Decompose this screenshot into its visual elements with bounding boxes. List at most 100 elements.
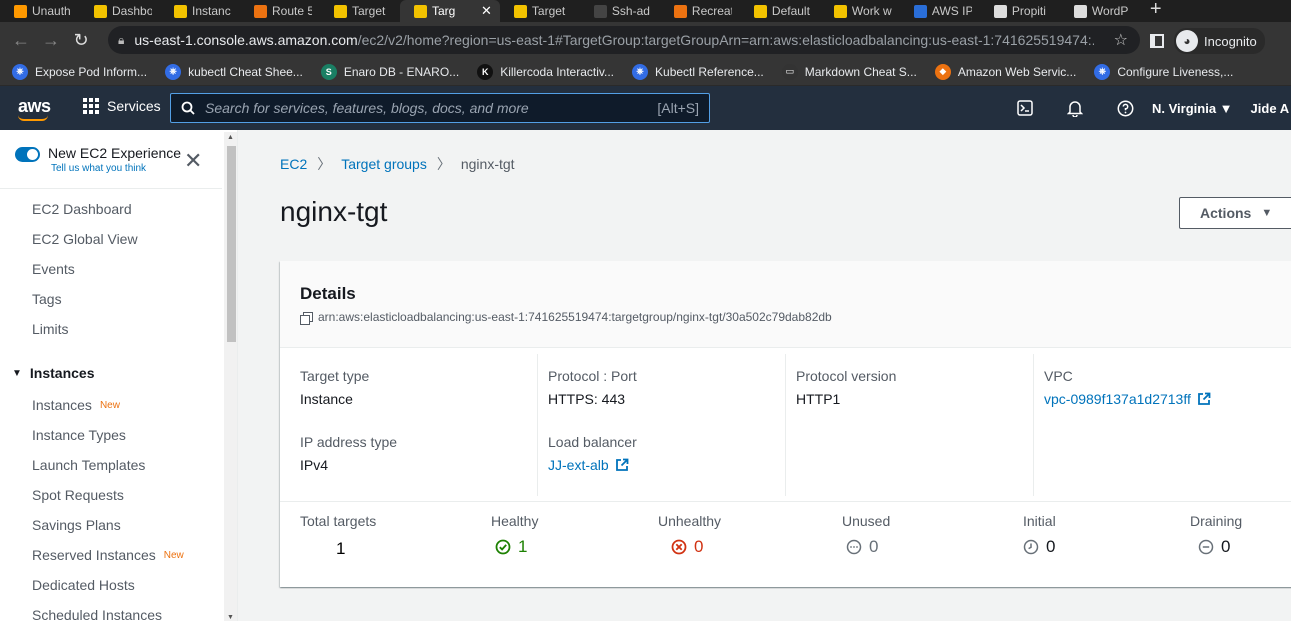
browser-tab[interactable]: Ssh-ad [580,0,660,22]
sidebar-item-tags[interactable]: Tags [0,284,222,314]
new-experience-toggle[interactable] [15,147,40,162]
address-bar[interactable]: 🔒︎ us-east-1.console.aws.amazon.com/ec2/… [108,26,1140,54]
notifications-bell-icon[interactable] [1050,86,1100,130]
url-text[interactable]: us-east-1.console.aws.amazon.com/ec2/v2/… [134,32,1094,48]
bookmark-star-icon[interactable]: ☆ [1114,30,1128,50]
bookmark-label: kubectl Cheat Shee... [188,64,303,79]
bookmark-item[interactable]: ◆ Amazon Web Servic... [934,63,1076,80]
scrollbar-thumb[interactable] [227,146,236,342]
sidebar-item-label: Instance Types [32,427,126,443]
tab-title: Dashbo [112,4,152,18]
external-link-icon [1197,392,1211,405]
bookmark-item[interactable]: K Killercoda Interactiv... [477,63,614,80]
sidebar-item-limits[interactable]: Limits [0,314,222,344]
bookmark-item[interactable]: ⎈ Kubectl Reference... [632,63,764,80]
browser-toolbar: ← → ↻ 🔒︎ us-east-1.console.aws.amazon.co… [0,22,1291,58]
stat-label: Unhealthy [658,513,722,529]
scroll-down-icon[interactable]: ▼ [227,614,234,621]
search-input[interactable] [205,100,645,116]
bookmark-item[interactable]: ⎈ kubectl Cheat Shee... [165,63,303,80]
browser-tab[interactable]: Propiti [980,0,1060,22]
browser-tab[interactable]: Recreat [660,0,740,22]
reload-icon[interactable]: ↻ [66,25,96,55]
unused-dots-icon [846,539,862,555]
search-shortcut: [Alt+S] [657,100,699,116]
browser-tab[interactable]: Work w [820,0,900,22]
tab-view-icon[interactable] [1150,34,1164,48]
details-heading: Details [300,284,356,303]
browser-tab[interactable]: Target [320,0,400,22]
search-bar[interactable]: [Alt+S] [170,93,710,123]
sidebar-item-instances[interactable]: Instances New [0,390,222,420]
services-menu[interactable]: Services [83,98,161,114]
browser-tab[interactable]: Dashbo [80,0,160,22]
browser-tab[interactable]: Route 5 [240,0,320,22]
sidebar-scrollbar[interactable]: ▲ ▼ [224,132,237,621]
bookmark-item[interactable]: S Enaro DB - ENARO... [320,63,460,80]
breadcrumb-ec2[interactable]: EC2 [280,156,307,172]
sidebar-item-scheduled-instances[interactable]: Scheduled Instances [0,600,222,621]
sidebar-item-ec2-global-view[interactable]: EC2 Global View [0,224,222,254]
browser-tab[interactable]: Unauth [0,0,80,22]
bookmark-item[interactable]: ⎈ Configure Liveness,... [1094,63,1233,80]
actions-button[interactable]: Actions ▼ [1179,197,1291,229]
close-tab-icon[interactable]: ✕ [481,3,492,19]
breadcrumb-target-groups[interactable]: Target groups [341,156,427,172]
new-tab-icon[interactable]: + [1140,0,1172,22]
scroll-up-icon[interactable]: ▲ [227,134,234,141]
sidebar-section-instances[interactable]: ▼ Instances [0,356,222,390]
stat-value: 1 [336,539,346,558]
tab-favicon-icon [14,4,27,18]
tab-favicon-icon [673,4,687,18]
browser-tab[interactable]: AWS IP [900,0,980,22]
help-icon[interactable] [1100,86,1150,130]
lock-icon: 🔒︎ [118,32,125,47]
ip-type-label: IP address type [300,434,398,450]
vpc-link[interactable]: vpc-0989f137a1d2713ff [1044,391,1211,407]
browser-tab[interactable]: Instanc [160,0,240,22]
details-column-1: Target type Instance IP address type IPv… [280,354,537,496]
sidebar-item-launch-templates[interactable]: Launch Templates [0,450,222,480]
browser-tab[interactable]: Default [740,0,820,22]
forward-icon[interactable]: → [36,25,66,55]
tab-favicon-icon [913,4,927,18]
tab-title: AWS IP [931,4,972,18]
sidebar-item-ec2-dashboard[interactable]: EC2 Dashboard [0,194,222,224]
sidebar-item-reserved-instances[interactable]: Reserved Instances New [0,540,222,570]
tab-title: Work w [851,4,892,18]
browser-tab[interactable]: Targ ✕ [400,0,500,22]
sidebar-item-instance-types[interactable]: Instance Types [0,420,222,450]
vpc-value: vpc-0989f137a1d2713ff [1044,391,1191,407]
new-experience-toggle-group: New EC2 Experience Tell us what you thin… [15,145,181,174]
grid-icon [83,98,99,114]
browser-tab[interactable]: Target [500,0,580,22]
back-icon[interactable]: ← [6,25,36,55]
stat-draining: Draining 0 [1190,513,1242,557]
aws-logo[interactable]: aws [18,96,51,121]
load-balancer-field: Load balancer JJ-ext-alb [548,434,637,473]
load-balancer-link[interactable]: JJ-ext-alb [548,457,637,473]
bookmark-item[interactable]: ▭ Markdown Cheat S... [781,63,917,80]
sidebar-item-spot-requests[interactable]: Spot Requests [0,480,222,510]
feedback-link[interactable]: Tell us what you think [51,163,181,174]
browser-tab[interactable]: WordP [1060,0,1140,22]
tab-title: Targ [432,4,456,18]
unhealthy-x-icon [671,539,687,555]
copy-icon[interactable] [300,312,313,325]
bookmark-item[interactable]: ⎈ Expose Pod Inform... [12,63,147,80]
region-selector[interactable]: N. Virginia ▼ [1152,101,1233,116]
cloudshell-icon[interactable] [1000,86,1050,130]
sidebar-item-dedicated-hosts[interactable]: Dedicated Hosts [0,570,222,600]
tab-title: Unauth [32,4,71,18]
details-column-3: Protocol version HTTP1 [785,354,1033,496]
sidebar-item-savings-plans[interactable]: Savings Plans [0,510,222,540]
bookmarks-bar: ⎈ Expose Pod Inform... ⎈ kubectl Cheat Shee… [0,58,1291,86]
tab-title: Recreat [691,4,732,18]
incognito-badge[interactable]: ◕ Incognito [1174,28,1265,54]
sidebar-item-events[interactable]: Events [0,254,222,284]
bookmark-label: Enaro DB - ENARO... [343,64,460,79]
account-menu[interactable]: Jide A [1251,101,1290,116]
close-sidebar-icon[interactable]: ✕ [184,150,202,172]
bookmark-favicon-icon: ⎈ [12,63,28,80]
bookmark-favicon-icon: S [320,63,337,80]
